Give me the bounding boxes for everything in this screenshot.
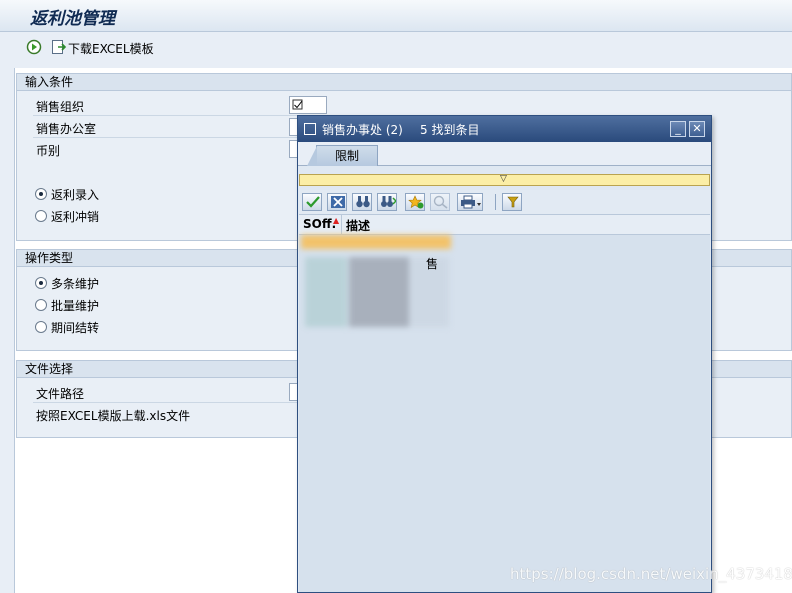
popup-title: 销售办事处 (2) [322,123,403,137]
find-next-button[interactable] [377,193,397,211]
info-key-icon [433,195,448,209]
print-icon [461,195,481,209]
checkmark-icon [306,196,320,208]
toolbar-separator [495,194,496,210]
radio-rebate-reverse-label: 返利冲销 [51,210,100,224]
radio-rebate-reverse[interactable] [35,210,47,222]
radio-rebate-entry[interactable] [35,188,47,200]
title-bar: 返利池管理 [0,0,792,32]
sort-ascending-icon: ▲ [333,216,340,225]
input-conditions-header: 输入条件 [17,74,791,91]
redacted-block [305,257,347,327]
radio-period-carryover[interactable] [35,321,47,333]
confirm-button[interactable] [302,193,322,211]
page-title: 返利池管理 [30,9,115,29]
radio-multi-maintain-label: 多条维护 [51,277,100,291]
sales-org-label: 销售组织 [36,100,85,114]
grid-header: SOff. ▲ 描述 [299,215,710,235]
selected-row-highlight [301,235,451,249]
popup-header: 销售办事处 (2) 5 找到条目 _ ✕ [298,116,711,142]
star-add-icon [408,195,424,209]
checkbox-icon [292,99,303,110]
redacted-block [349,257,409,327]
popup-entry-count: 5 找到条目 [420,123,480,137]
cancel-button[interactable] [327,193,347,211]
filter-button[interactable] [502,193,522,211]
grid-cell-fragment: 售 [426,257,439,271]
main-toolbar: 下载EXCEL模板 [0,33,792,63]
download-template-button[interactable]: 下载EXCEL模板 [68,40,154,57]
find-button[interactable] [352,193,372,211]
tab-restrictions[interactable]: 限制 [307,145,378,166]
radio-batch-maintain-label: 批量维护 [51,299,100,313]
close-icon[interactable]: ✕ [689,121,705,137]
download-template-icon[interactable] [51,39,67,55]
radio-batch-maintain[interactable] [35,299,47,311]
currency-label: 币别 [36,144,61,158]
sales-office-label: 销售办公室 [36,122,97,136]
binoculars-icon [356,196,370,208]
column-header-description[interactable]: 描述 [346,217,370,234]
file-hint: 按照EXCEL模版上载.xls文件 [36,409,191,423]
redacted-rows [301,235,451,331]
triangle-down-icon: ▽ [500,174,507,184]
result-grid: SOff. ▲ 描述 售 [299,214,710,592]
file-path-label: 文件路径 [36,387,85,401]
sales-org-field[interactable] [289,96,327,114]
execute-icon[interactable] [26,39,42,55]
watermark-text: https://blog.csdn.net/weixin_43734184 [510,565,792,583]
find-next-icon [381,196,396,207]
radio-period-carryover-label: 期间结转 [51,321,100,335]
favorite-add-button[interactable] [405,193,425,211]
minimize-icon[interactable]: _ [670,121,686,137]
popup-toolbar [299,190,710,214]
tab-restrictions-label: 限制 [335,149,360,163]
cancel-icon [331,196,345,208]
column-header-soff[interactable]: SOff. [303,217,336,231]
restrictions-collapse-bar[interactable]: ▽ [299,174,710,186]
popup-window-icon [304,123,316,135]
search-help-popup: 销售办事处 (2) 5 找到条目 _ ✕ 限制 ▽ SOff. ▲ 描述 售 [297,115,712,593]
radio-multi-maintain[interactable] [35,277,47,289]
info-button[interactable] [430,193,450,211]
radio-rebate-entry-label: 返利录入 [51,188,100,202]
funnel-icon [507,196,519,208]
popup-tabstrip: 限制 [298,142,711,166]
print-button[interactable] [457,193,483,211]
column-separator [341,215,342,235]
